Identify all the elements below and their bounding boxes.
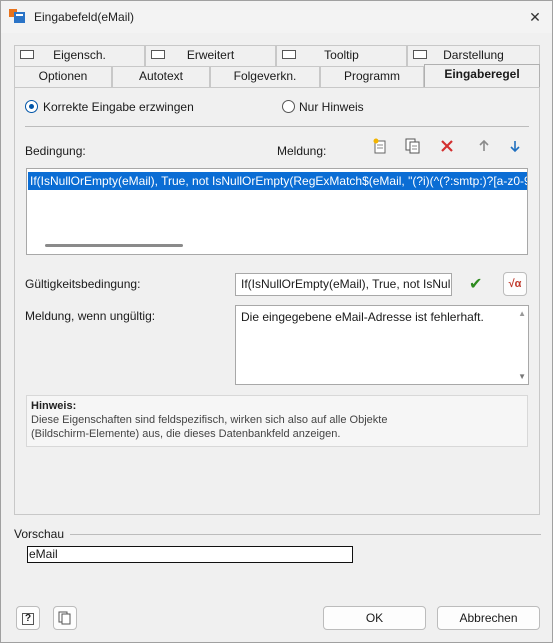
tab-checkbox[interactable]: [413, 50, 427, 59]
tab-erweitert[interactable]: Erweitert: [145, 45, 276, 66]
radio-hint-only[interactable]: [282, 100, 295, 113]
arrow-down-icon[interactable]: [506, 138, 524, 156]
radio-force-label[interactable]: Korrekte Eingabe erzwingen: [43, 100, 194, 114]
tab-label: Eigensch.: [53, 48, 106, 62]
rules-list[interactable]: If(IsNullOrEmpty(eMail), True, not IsNul…: [26, 168, 528, 255]
hint-line-1: Diese Eigenschaften sind feldspezifisch,…: [31, 414, 388, 426]
check-icon[interactable]: ✔: [469, 274, 482, 294]
rule-row-selected[interactable]: If(IsNullOrEmpty(eMail), True, not IsNul…: [28, 172, 527, 190]
dialog-window: Eingabefeld(eMail) ✕ Eigensch. Erweitert…: [0, 0, 553, 643]
validity-field[interactable]: If(IsNullOrEmpty(eMail), True, not IsNul: [235, 273, 452, 296]
formula-button[interactable]: √α: [503, 272, 527, 296]
condition-label: Bedingung:: [25, 144, 86, 158]
horizontal-scrollbar[interactable]: [45, 244, 183, 247]
copy-icon[interactable]: [404, 138, 422, 156]
hint-line-2: (Bildschirm-Elemente) aus, die dieses Da…: [31, 428, 341, 440]
tab-eigenschaften[interactable]: Eigensch.: [14, 45, 145, 66]
tab-checkbox[interactable]: [151, 50, 165, 59]
preview-separator: [70, 534, 541, 535]
cancel-button[interactable]: Abbrechen: [437, 606, 540, 630]
preview-label: Vorschau: [14, 527, 65, 541]
scroll-down-icon[interactable]: ▼: [518, 372, 526, 381]
tab-row-back: Eigensch. Erweitert Tooltip Darstellung: [14, 45, 540, 66]
delete-icon[interactable]: [438, 138, 456, 156]
tab-darstellung[interactable]: Darstellung: [407, 45, 540, 66]
radio-force-input[interactable]: [25, 100, 38, 113]
tab-tooltip[interactable]: Tooltip: [276, 45, 407, 66]
arrow-up-icon[interactable]: [475, 138, 493, 156]
radio-hint-label[interactable]: Nur Hinweis: [299, 100, 364, 114]
close-icon[interactable]: ✕: [523, 5, 547, 29]
tab-row-front: Optionen Autotext Folgeverkn. Programm E…: [14, 64, 540, 87]
hint-box: Hinweis: Diese Eigenschaften sind feldsp…: [26, 395, 528, 447]
help-button[interactable]: ?: [16, 606, 40, 630]
message-label: Meldung:: [277, 144, 327, 158]
hint-heading: Hinweis:: [31, 400, 77, 412]
app-icon: [9, 9, 26, 24]
window-title: Eingabefeld(eMail): [34, 10, 135, 24]
invalid-message-field[interactable]: Die eingegebene eMail-Adresse ist fehler…: [235, 305, 529, 385]
preview-field[interactable]: eMail: [27, 546, 353, 563]
validity-label: Gültigkeitsbedingung:: [25, 277, 141, 291]
copy-settings-icon: [58, 611, 71, 625]
help-icon: ?: [22, 613, 34, 625]
tab-label: Erweitert: [186, 48, 235, 62]
copy-settings-button[interactable]: [53, 606, 77, 630]
tab-checkbox[interactable]: [20, 50, 34, 59]
scroll-up-icon[interactable]: ▲: [518, 309, 526, 318]
tab-eingaberegel[interactable]: Eingaberegel: [424, 64, 540, 87]
tab-checkbox[interactable]: [282, 50, 296, 59]
tab-label: Tooltip: [324, 48, 359, 62]
separator: [25, 126, 529, 127]
tab-programm[interactable]: Programm: [320, 66, 424, 87]
invalid-message-text: Die eingegebene eMail-Adresse ist fehler…: [241, 310, 484, 324]
tab-folgeverknuepfung[interactable]: Folgeverkn.: [210, 66, 320, 87]
tab-optionen[interactable]: Optionen: [14, 66, 112, 87]
invalid-message-label: Meldung, wenn ungültig:: [25, 309, 156, 323]
ok-button[interactable]: OK: [323, 606, 426, 630]
tab-label: Darstellung: [443, 48, 504, 62]
tab-autotext[interactable]: Autotext: [112, 66, 210, 87]
new-rule-icon[interactable]: [371, 138, 389, 156]
